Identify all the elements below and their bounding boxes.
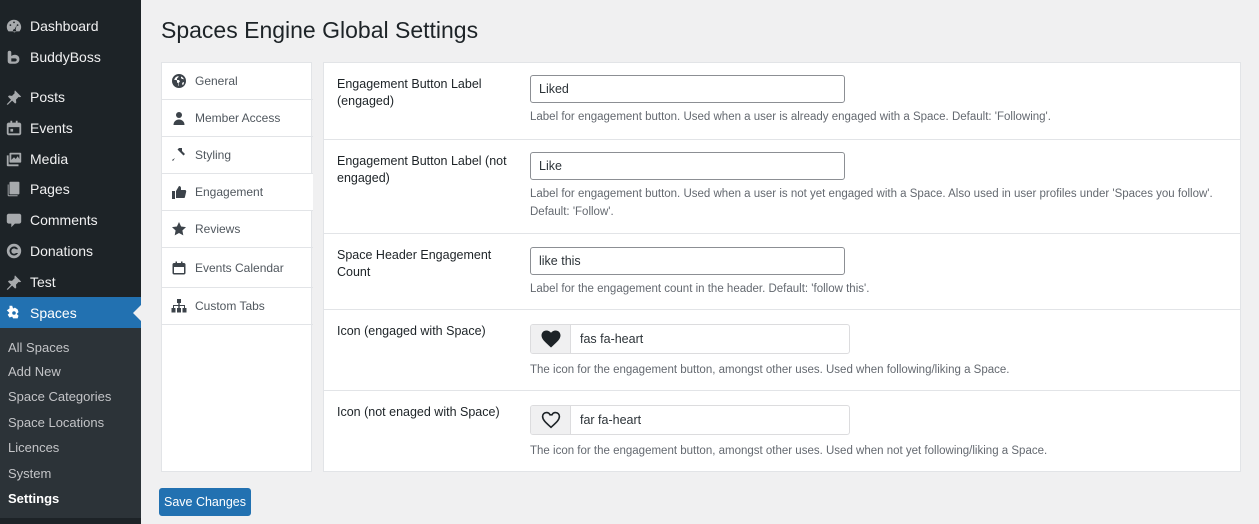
heart-solid-icon[interactable]	[531, 325, 571, 353]
brush-icon	[171, 147, 187, 163]
menu-item-posts[interactable]: Posts	[0, 81, 141, 112]
icon-class-value: far fa-heart	[580, 413, 642, 427]
menu-item-events[interactable]: Events	[0, 112, 141, 143]
setting-label: Engagement Button Label (not engaged)	[337, 154, 507, 185]
dashboard-icon	[5, 17, 23, 35]
setting-description: Label for engagement button. Used when a…	[530, 111, 1051, 123]
field-wrapper	[530, 152, 845, 180]
tab-label: Styling	[195, 148, 232, 162]
setting-description: Label for engagement button. Used when a…	[530, 188, 1213, 218]
setting-label: Icon (engaged with Space)	[337, 324, 486, 338]
buddyboss-icon	[5, 48, 23, 66]
tab-label: Engagement	[195, 185, 264, 199]
setting-row-icon-engaged: Icon (engaged with Space) fas fa-heart T…	[324, 310, 1240, 391]
field-wrapper: fas fa-heart	[530, 324, 850, 354]
tab-events-calendar[interactable]: Events Calendar	[162, 248, 313, 288]
tab-label: Member Access	[195, 111, 281, 125]
submenu-licences[interactable]: Licences	[8, 438, 59, 458]
icon-class-value: fas fa-heart	[580, 332, 644, 346]
tab-styling[interactable]: Styling	[162, 137, 313, 174]
setting-label: Space Header Engagement Count	[337, 248, 492, 279]
icon-not-engaged-input[interactable]: far fa-heart	[530, 405, 850, 435]
tab-label: General	[195, 74, 238, 88]
menu-item-test[interactable]: Test	[0, 266, 141, 297]
menu-item-buddyboss[interactable]: BuddyBoss	[0, 41, 141, 72]
comment-icon	[5, 211, 23, 229]
submenu-space-locations[interactable]: Space Locations	[8, 413, 104, 433]
setting-row-not-engaged-label: Engagement Button Label (not engaged) La…	[324, 140, 1240, 234]
menu-label: BuddyBoss	[30, 48, 101, 65]
submenu-add-new[interactable]: Add New	[8, 362, 61, 382]
tab-member-access[interactable]: Member Access	[162, 100, 313, 137]
menu-label: Pages	[30, 180, 70, 197]
menu-label: Test	[30, 273, 56, 290]
setting-row-engaged-label: Engagement Button Label (engaged) Label …	[324, 63, 1240, 140]
submenu-all-spaces[interactable]: All Spaces	[8, 338, 69, 358]
globe-icon	[171, 73, 187, 89]
menu-item-media[interactable]: Media	[0, 143, 141, 174]
tab-general[interactable]: General	[162, 63, 313, 100]
setting-description: Label for the engagement count in the he…	[530, 283, 870, 295]
pushpin-icon	[5, 273, 23, 291]
tab-label: Reviews	[195, 222, 241, 236]
user-icon	[171, 110, 187, 126]
settings-tabs: General Member Access Styling Engagement…	[161, 62, 313, 472]
settings-panel: Engagement Button Label (engaged) Label …	[323, 62, 1241, 472]
setting-description: The icon for the engagement button, amon…	[530, 445, 1048, 457]
spaces-icon	[5, 304, 23, 322]
not-engaged-label-input[interactable]	[530, 152, 845, 180]
thumbs-up-icon	[171, 184, 187, 200]
engaged-label-input[interactable]	[530, 75, 845, 103]
field-wrapper	[530, 247, 845, 275]
admin-sidebar: Dashboard BuddyBoss Posts Events Media P…	[0, 0, 141, 524]
icon-engaged-input[interactable]: fas fa-heart	[530, 324, 850, 354]
menu-item-comments[interactable]: Comments	[0, 204, 141, 235]
field-wrapper: far fa-heart	[530, 405, 850, 435]
menu-label: Dashboard	[30, 17, 99, 34]
page-title: Spaces Engine Global Settings	[161, 17, 479, 43]
submenu-system[interactable]: System	[8, 464, 51, 484]
donation-icon	[5, 242, 23, 260]
heart-outline-icon[interactable]	[531, 406, 571, 434]
field-wrapper	[530, 75, 845, 103]
tab-custom-tabs[interactable]: Custom Tabs	[162, 288, 313, 325]
calendar-icon	[171, 260, 187, 276]
tab-reviews[interactable]: Reviews	[162, 211, 313, 248]
submenu-space-categories[interactable]: Space Categories	[8, 387, 111, 407]
pushpin-icon	[5, 88, 23, 106]
menu-item-dashboard[interactable]: Dashboard	[0, 10, 141, 41]
save-changes-button[interactable]: Save Changes	[159, 488, 251, 516]
spaces-submenu: All Spaces Add New Space Categories Spac…	[0, 328, 141, 518]
tab-label: Events Calendar	[195, 260, 284, 275]
menu-item-spaces[interactable]: Spaces	[0, 297, 141, 328]
menu-label: Comments	[30, 211, 98, 228]
menu-item-donations[interactable]: Donations	[0, 235, 141, 266]
menu-label: Posts	[30, 88, 66, 105]
menu-label: Events	[30, 119, 73, 136]
setting-label: Icon (not enaged with Space)	[337, 405, 500, 419]
star-icon	[171, 221, 187, 237]
media-icon	[5, 150, 23, 168]
header-count-input[interactable]	[530, 247, 845, 275]
tab-engagement[interactable]: Engagement	[162, 174, 313, 211]
sitemap-icon	[171, 298, 187, 314]
menu-item-pages[interactable]: Pages	[0, 173, 141, 204]
setting-label: Engagement Button Label (engaged)	[337, 77, 482, 108]
setting-description: The icon for the engagement button, amon…	[530, 364, 1010, 376]
calendar-icon	[5, 119, 23, 137]
submenu-settings[interactable]: Settings	[8, 489, 59, 509]
pages-icon	[5, 180, 23, 198]
menu-label: Spaces	[30, 304, 77, 321]
setting-row-icon-not-engaged: Icon (not enaged with Space) far fa-hear…	[324, 391, 1240, 471]
tab-label: Custom Tabs	[195, 299, 265, 313]
menu-label: Donations	[30, 242, 94, 259]
setting-row-header-count: Space Header Engagement Count Label for …	[324, 234, 1240, 310]
menu-label: Media	[30, 150, 69, 167]
